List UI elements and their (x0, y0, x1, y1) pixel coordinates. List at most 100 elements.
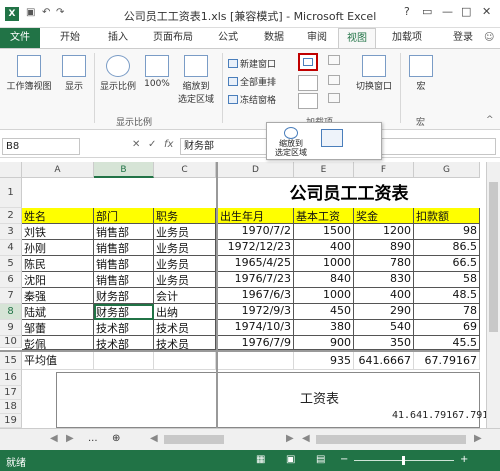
zoom-in-icon[interactable]: + (460, 454, 468, 465)
table-cell[interactable]: 财务部 (94, 288, 154, 304)
table-cell[interactable]: 刘铁 (22, 224, 94, 240)
row-header[interactable]: 16 (0, 370, 22, 386)
column-header-e[interactable]: E (294, 162, 354, 178)
row-header[interactable]: 6 (0, 272, 22, 288)
row-header[interactable]: 7 (0, 288, 22, 304)
tab-view[interactable]: 视图 (338, 28, 376, 48)
name-box[interactable]: B8 (2, 138, 80, 155)
table-cell[interactable]: 1200 (354, 224, 414, 240)
average-deduction[interactable]: 67.79167 (414, 352, 480, 370)
new-window-button[interactable]: 新建窗口 (228, 57, 276, 70)
cancel-icon[interactable]: ✕ (132, 139, 140, 150)
table-cell[interactable]: 1972/12/23 (218, 240, 294, 256)
row-header[interactable]: 3 (0, 224, 22, 240)
scroll-left-icon-2[interactable]: ◀ (302, 433, 310, 444)
table-cell[interactable]: 邹蕾 (22, 320, 94, 336)
login-link[interactable]: 登录 (446, 28, 480, 48)
table-cell[interactable]: 1976/7/23 (218, 272, 294, 288)
workbook-views-button[interactable]: 工作簿视图 (4, 55, 54, 92)
row-header[interactable]: 4 (0, 240, 22, 256)
row-header[interactable]: 2 (0, 208, 22, 224)
table-cell[interactable]: 400 (354, 288, 414, 304)
table-cell[interactable]: 450 (294, 304, 354, 320)
table-cell[interactable]: 1500 (294, 224, 354, 240)
table-cell[interactable]: 1970/7/2 (218, 224, 294, 240)
table-cell[interactable]: 1965/4/25 (218, 256, 294, 272)
row-header[interactable]: 9 (0, 320, 22, 336)
column-header-f[interactable]: F (354, 162, 414, 178)
table-cell[interactable]: 830 (354, 272, 414, 288)
tab-addins[interactable]: 加载项 (384, 28, 430, 48)
worksheet-grid[interactable]: A B C D E F G 1 2 3 4 5 6 7 8 9 10 15 16… (0, 162, 500, 428)
table-cell[interactable]: 58 (414, 272, 480, 288)
tab-formulas[interactable]: 公式 (210, 28, 246, 48)
average-bonus[interactable]: 641.6667 (354, 352, 414, 370)
prev-sheet-icon[interactable]: ◀ (50, 433, 58, 444)
table-cell[interactable]: 540 (354, 320, 414, 336)
table-cell[interactable]: 会计 (154, 288, 216, 304)
table-cell[interactable]: 出纳 (154, 304, 216, 320)
table-cell[interactable]: 技术部 (94, 320, 154, 336)
sheet-title[interactable]: 公司员工工资表 (218, 180, 480, 208)
zoom-to-selection-button[interactable]: 缩放到 选定区域 (174, 55, 218, 105)
header-cell[interactable]: 基本工资 (294, 208, 354, 224)
column-header-c[interactable]: C (154, 162, 216, 178)
unhide-button[interactable] (298, 93, 318, 109)
header-cell[interactable]: 奖金 (354, 208, 414, 224)
table-cell[interactable]: 业务员 (154, 272, 216, 288)
row-header[interactable]: 17 (0, 386, 22, 400)
select-all-corner[interactable] (0, 162, 22, 178)
hide-button[interactable] (298, 75, 318, 91)
header-cell[interactable]: 扣款额 (414, 208, 480, 224)
insert-function-icon[interactable]: fx (164, 139, 173, 150)
popup-zoom-selection[interactable]: 缩放到 选定区域 (273, 127, 309, 157)
table-cell[interactable]: 900 (294, 336, 354, 350)
zoom-button[interactable]: 显示比例 (98, 55, 138, 92)
table-cell[interactable]: 1000 (294, 288, 354, 304)
reset-window-icon[interactable] (328, 93, 340, 103)
table-cell[interactable]: 890 (354, 240, 414, 256)
table-cell[interactable]: 陆斌 (22, 304, 94, 320)
table-cell[interactable]: 1967/6/3 (218, 288, 294, 304)
table-cell[interactable]: 技术员 (154, 320, 216, 336)
row-header[interactable]: 1 (0, 178, 22, 208)
row-header[interactable]: 8 (0, 304, 22, 320)
next-sheet-icon[interactable]: ▶ (66, 433, 74, 444)
row-header[interactable]: 15 (0, 352, 22, 370)
table-cell[interactable]: 98 (414, 224, 480, 240)
freeze-panes-button[interactable]: 冻结窗格 (228, 93, 276, 106)
table-cell[interactable]: 1976/7/9 (218, 336, 294, 350)
table-cell[interactable]: 780 (354, 256, 414, 272)
table-cell[interactable]: 业务员 (154, 224, 216, 240)
table-cell[interactable]: 陈民 (22, 256, 94, 272)
table-cell[interactable]: 350 (354, 336, 414, 350)
table-cell[interactable]: 销售部 (94, 240, 154, 256)
table-cell[interactable]: 孙刚 (22, 240, 94, 256)
row-header[interactable]: 5 (0, 256, 22, 272)
scroll-left-icon[interactable]: ◀ (150, 433, 158, 444)
scroll-thumb[interactable] (489, 182, 498, 332)
table-cell[interactable]: 沈阳 (22, 272, 94, 288)
table-cell[interactable]: 销售部 (94, 256, 154, 272)
maximize-button[interactable]: □ (461, 5, 471, 18)
normal-view-icon[interactable]: ▦ (256, 454, 265, 465)
collapse-ribbon-icon[interactable]: ^ (486, 115, 494, 125)
table-cell[interactable]: 销售部 (94, 272, 154, 288)
table-cell[interactable] (94, 352, 154, 370)
average-label[interactable]: 平均值 (22, 352, 94, 370)
zoom-slider-thumb[interactable] (402, 456, 405, 465)
table-cell[interactable] (154, 352, 216, 370)
column-header-g[interactable]: G (414, 162, 480, 178)
header-cell[interactable]: 出生年月 (218, 208, 294, 224)
tab-review[interactable]: 审阅 (300, 28, 334, 48)
table-cell[interactable]: 1972/9/3 (218, 304, 294, 320)
table-cell[interactable]: 45.5 (414, 336, 480, 350)
row-header[interactable]: 18 (0, 400, 22, 414)
table-cell[interactable]: 1000 (294, 256, 354, 272)
table-cell[interactable]: 彭佩 (22, 336, 94, 350)
sync-scroll-icon[interactable] (328, 75, 340, 85)
row-header[interactable]: 19 (0, 414, 22, 428)
table-cell[interactable]: 技术部 (94, 336, 154, 350)
table-cell[interactable]: 290 (354, 304, 414, 320)
account-icon[interactable]: ☺ (484, 32, 494, 43)
